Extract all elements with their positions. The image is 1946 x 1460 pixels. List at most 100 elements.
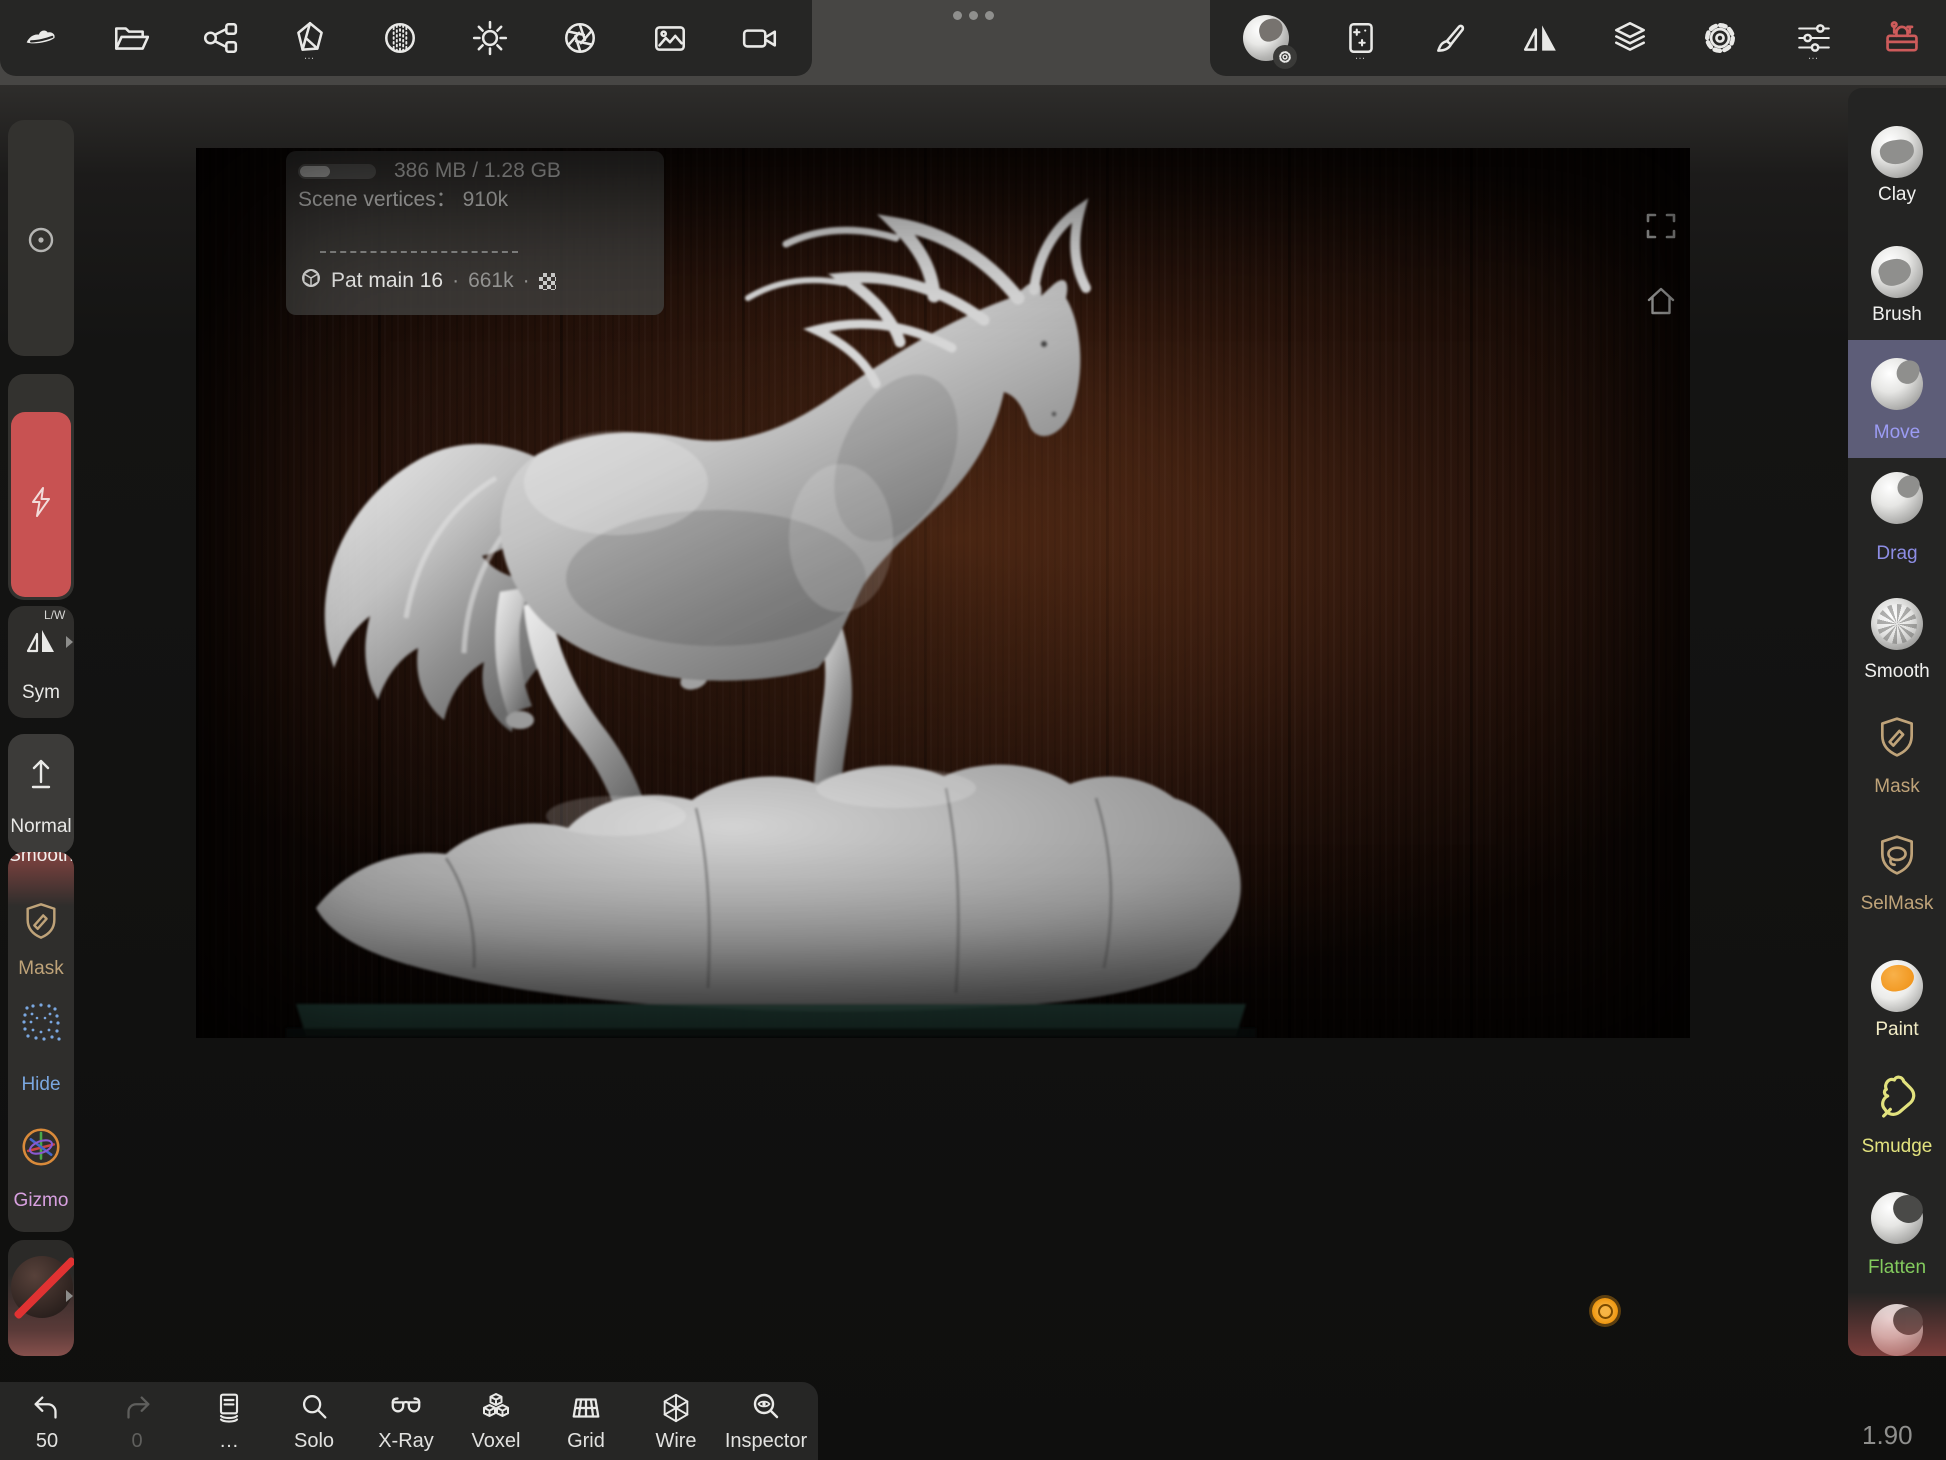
symmetry-mirror-icon[interactable] — [1512, 10, 1568, 66]
tool-smudge[interactable] — [1848, 1070, 1946, 1127]
grid-button[interactable]: Grid — [554, 1388, 618, 1453]
paint-sphere-icon — [1871, 960, 1923, 1012]
wire-label: Wire — [644, 1430, 708, 1453]
tool-clay[interactable] — [1848, 126, 1946, 178]
falloff-expand-arrow-icon[interactable] — [66, 1290, 73, 1302]
matcap-sphere-icon[interactable] — [372, 10, 428, 66]
bottom-toolbar: 50 0 … Solo X-Ray Voxel Grid Wire Inspec… — [0, 1382, 818, 1460]
tool-move[interactable] — [1848, 358, 1946, 410]
sliders-more-dots: … — [1786, 50, 1842, 62]
files-more-dots: … — [197, 1430, 261, 1453]
tool-smooth-label: Smooth — [1848, 661, 1946, 683]
gizmo-label: Gizmo — [8, 1190, 74, 1212]
top-toolbar-right: … … — [1210, 0, 1946, 76]
tool-clay-label: Clay — [1848, 184, 1946, 206]
xray-label: X-Ray — [374, 1430, 438, 1453]
brush-sphere-icon — [1871, 246, 1923, 298]
viewport[interactable]: 386 MB / 1.28 GB Scene vertices： 910k Pa… — [0, 85, 1946, 1460]
xray-button[interactable]: X-Ray — [374, 1388, 438, 1453]
app-version-label: 1.90 — [1862, 1420, 1913, 1451]
normal-label: Normal — [8, 816, 74, 838]
layers-icon[interactable] — [1602, 10, 1658, 66]
layer-name: Pat main 16 — [331, 269, 443, 293]
sym-label: Sym — [8, 682, 74, 704]
scene-graph-icon[interactable] — [192, 10, 248, 66]
app-logo-icon[interactable] — [12, 10, 68, 66]
sculpt-canvas[interactable]: 386 MB / 1.28 GB Scene vertices： 910k Pa… — [196, 148, 1690, 1038]
tool-paint-label: Paint — [1848, 1019, 1946, 1041]
dot-separator: · — [452, 269, 459, 293]
intensity-slider[interactable] — [8, 374, 74, 600]
wire-sphere-icon — [300, 267, 322, 295]
wire-button[interactable]: Wire — [644, 1388, 708, 1453]
tool-drag[interactable] — [1848, 472, 1946, 524]
inspector-button[interactable]: Inspector — [716, 1388, 816, 1453]
intensity-fill — [11, 412, 71, 597]
normal-direction-button[interactable]: Normal — [8, 734, 74, 854]
gizmo-tool-icon[interactable] — [8, 1124, 74, 1175]
fullscreen-icon[interactable] — [1645, 211, 1677, 241]
tool-paint[interactable] — [1848, 960, 1946, 1012]
active-layer-row[interactable]: Pat main 16 · 661k · — [300, 267, 556, 295]
radius-dot-icon — [8, 225, 74, 260]
lighting-sun-icon[interactable] — [462, 10, 518, 66]
tool-smudge-label: Smudge — [1848, 1136, 1946, 1158]
material-gear-badge-icon — [1273, 45, 1297, 69]
memory-usage-label: 386 MB / 1.28 GB — [394, 159, 561, 183]
files-folder-icon[interactable] — [102, 10, 158, 66]
home-icon[interactable] — [1645, 286, 1677, 316]
background-image-icon[interactable] — [642, 10, 698, 66]
solo-button[interactable]: Solo — [282, 1388, 346, 1453]
sym-mirror-icon — [8, 622, 74, 663]
layer-vertices: 661k — [468, 269, 514, 293]
tool-mask[interactable] — [1848, 712, 1946, 767]
quick-tools-panel[interactable]: Smooth Mask Hide Gizmo — [8, 852, 74, 1232]
tool-selmask-label: SelMask — [1848, 893, 1946, 915]
hide-stipple-icon[interactable] — [8, 1000, 74, 1049]
falloff-button[interactable] — [8, 1240, 74, 1356]
scene-vertices-label: Scene vertices： — [298, 188, 457, 211]
clay-sphere-icon — [1871, 126, 1923, 178]
voxel-label: Voxel — [464, 1430, 528, 1453]
stone-more-dots: … — [282, 50, 338, 62]
radius-slider[interactable] — [8, 120, 74, 356]
clipped-smooth-label: Smooth — [8, 852, 74, 867]
tool-brush[interactable] — [1848, 246, 1946, 298]
postprocess-more-dots: … — [1333, 50, 1389, 62]
undo-button[interactable]: 50 — [15, 1388, 79, 1453]
dot-separator: · — [523, 269, 530, 293]
video-camera-icon[interactable] — [732, 10, 788, 66]
redo-button[interactable]: 0 — [105, 1388, 169, 1453]
symmetry-button[interactable]: L/W Sym — [8, 606, 74, 718]
paint-mode-icon[interactable] — [1423, 10, 1479, 66]
tool-drag-label: Drag — [1848, 543, 1946, 565]
voxel-button[interactable]: Voxel — [464, 1388, 528, 1453]
arrow-up-icon — [8, 754, 74, 797]
tool-flatten[interactable] — [1848, 1192, 1946, 1244]
lightning-icon — [26, 485, 56, 524]
toolbox-icon[interactable] — [1874, 10, 1930, 66]
files-pages-button[interactable]: … — [197, 1388, 261, 1453]
validate-badge-icon[interactable] — [1592, 1298, 1618, 1324]
undo-count: 50 — [15, 1430, 79, 1453]
settings-gear-icon[interactable] — [1692, 10, 1748, 66]
scene-info-panel: 386 MB / 1.28 GB Scene vertices： 910k Pa… — [286, 151, 664, 315]
hide-label: Hide — [8, 1074, 74, 1096]
grid-label: Grid — [554, 1430, 618, 1453]
tool-flatten-label: Flatten — [1848, 1257, 1946, 1279]
tool-selmask[interactable] — [1848, 830, 1946, 885]
material-sphere-icon[interactable] — [1238, 10, 1294, 66]
tool-smooth[interactable] — [1848, 598, 1946, 650]
flatten-sphere-icon — [1871, 1192, 1923, 1244]
tool-brush-label: Brush — [1848, 304, 1946, 326]
camera-aperture-icon[interactable] — [552, 10, 608, 66]
sym-lw-badge: L/W — [44, 608, 65, 622]
inspector-label: Inspector — [716, 1430, 816, 1453]
mask-shield-icon[interactable] — [8, 898, 74, 949]
redo-count: 0 — [105, 1430, 169, 1453]
solo-label: Solo — [282, 1430, 346, 1453]
tool-move-label: Move — [1848, 422, 1946, 444]
more-options-handle-icon[interactable] — [948, 9, 998, 21]
horse-sculpture — [196, 148, 1690, 1038]
tool-mask-label: Mask — [1848, 776, 1946, 798]
